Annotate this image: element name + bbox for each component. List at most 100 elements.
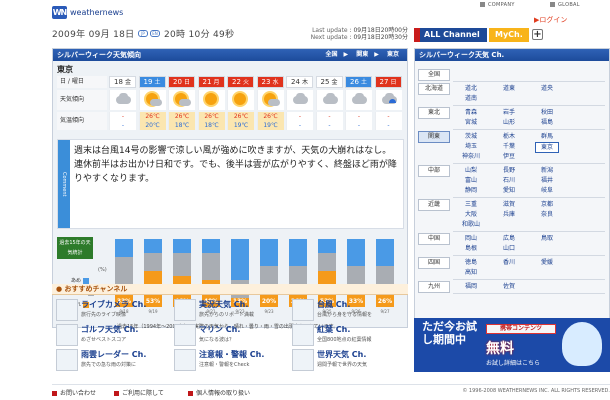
recommend-item[interactable]: ライブカメラ Ch. 旅行先のライブ映像 xyxy=(56,299,172,323)
recommend-item[interactable]: マリン Ch. 気になる波は？ xyxy=(174,324,290,348)
sidebar-prefecture[interactable]: 道北 xyxy=(459,84,483,93)
recommend-item-title[interactable]: 紅葉 Ch. xyxy=(317,324,350,335)
ad-free-label: 無料 xyxy=(486,341,514,357)
recommend-item[interactable]: 雨雲レーダー Ch. 旅先での急な雨の対策に xyxy=(56,349,172,373)
sidebar-prefecture[interactable]: 滋賀 xyxy=(497,200,521,209)
sidebar-prefecture[interactable]: 福島 xyxy=(535,118,559,127)
recommend-item-title[interactable]: ライブカメラ Ch. xyxy=(81,299,146,310)
sidebar-prefecture[interactable]: 山口 xyxy=(497,244,521,253)
breadcrumb-item[interactable]: 全国 xyxy=(326,51,338,58)
sidebar-prefecture[interactable]: 千葉 xyxy=(497,142,521,151)
sidebar-prefecture[interactable]: 山梨 xyxy=(459,166,483,175)
sidebar-region[interactable]: 九州 xyxy=(418,281,450,293)
recommend-item-title[interactable]: 台風 Ch. xyxy=(317,299,350,310)
sidebar-region[interactable]: 中部 xyxy=(418,165,450,177)
my-channel-button[interactable]: MyCh. xyxy=(489,28,529,42)
sidebar-prefecture[interactable]: 三重 xyxy=(459,200,483,209)
sidebar-prefecture[interactable]: 奈良 xyxy=(535,210,559,219)
sidebar-prefecture[interactable]: 高知 xyxy=(459,268,483,277)
sidebar-prefecture[interactable]: 岩手 xyxy=(497,108,521,117)
sidebar-region[interactable]: 全国 xyxy=(418,69,450,81)
recommend-item[interactable]: 台風 Ch. 台風から身を守る情報を xyxy=(292,299,408,323)
recommend-item-title[interactable]: ゴルフ天気 Ch. xyxy=(81,324,138,335)
sidebar-prefecture[interactable]: 青森 xyxy=(459,108,483,117)
sidebar-prefecture[interactable]: 佐賀 xyxy=(497,282,521,291)
footer-link-terms[interactable]: ご利用に際して xyxy=(114,388,164,397)
recommend-item-title[interactable]: 注意報・警報 Ch. xyxy=(199,349,264,360)
login-link[interactable]: ▶ログイン xyxy=(534,15,567,25)
last-update-value: 09月18日20時00分 xyxy=(353,27,408,34)
sidebar-prefecture[interactable]: 島根 xyxy=(459,244,483,253)
ad-detail-link[interactable]: お試し詳細はこちら xyxy=(486,358,540,367)
sidebar-region[interactable]: 四国 xyxy=(418,257,450,269)
recommend-item[interactable]: ゴルフ天気 Ch. めざせベストスコア xyxy=(56,324,172,348)
sidebar-prefecture[interactable]: 東京 xyxy=(535,142,559,153)
sidebar-prefecture[interactable]: 茨城 xyxy=(459,132,483,141)
lang-pill-jp[interactable]: JP xyxy=(138,30,148,37)
recommend-item[interactable]: 紅葉 Ch. 全国800地点の紅葉情報 xyxy=(292,324,408,348)
sidebar-prefecture[interactable]: 愛知 xyxy=(497,186,521,195)
sidebar-prefecture[interactable]: 京都 xyxy=(535,200,559,209)
sidebar-prefecture[interactable]: 静岡 xyxy=(459,186,483,195)
sidebar-prefecture[interactable]: 道南 xyxy=(459,94,483,103)
global-link[interactable]: GLOBAL xyxy=(550,2,580,8)
sidebar-prefecture[interactable]: 福岡 xyxy=(459,282,483,291)
mobile-content-ad[interactable]: ただ今お試し期間中 携帯コンテンツ 無料 お試し詳細はこちら xyxy=(414,318,610,372)
lang-pill-en[interactable]: EN xyxy=(150,30,160,37)
sidebar-divider xyxy=(453,197,605,198)
sidebar-prefecture[interactable]: 愛媛 xyxy=(535,258,559,267)
logo-text[interactable]: weathernews xyxy=(70,8,123,17)
sidebar-prefecture[interactable]: 福井 xyxy=(535,176,559,185)
add-channel-button[interactable]: + xyxy=(532,29,543,40)
sidebar-prefecture[interactable]: 道央 xyxy=(535,84,559,93)
sidebar-prefecture[interactable]: 埼玉 xyxy=(459,142,483,151)
footer-link-privacy[interactable]: 個人情報の取り扱い xyxy=(188,388,250,397)
recommend-item-desc: 全国800地点の紅葉情報 xyxy=(317,337,372,343)
recommend-item-title[interactable]: 世界天気 Ch. xyxy=(317,349,366,360)
sidebar-prefecture[interactable]: 石川 xyxy=(497,176,521,185)
day-header: 19 土 xyxy=(138,76,166,88)
sidebar-prefecture[interactable]: 神奈川 xyxy=(459,152,483,161)
sidebar-prefecture[interactable]: 伊豆 xyxy=(497,152,521,161)
sidebar-region[interactable]: 東北 xyxy=(418,107,450,119)
sidebar-region[interactable]: 近畿 xyxy=(418,199,450,211)
temp-low: - xyxy=(374,121,402,130)
sidebar-prefecture[interactable]: 長野 xyxy=(497,166,521,175)
breadcrumb-item[interactable]: 関東 xyxy=(356,51,368,58)
recommend-item[interactable]: 実況天気 Ch. 旅先からのリポート満載 xyxy=(174,299,290,323)
recommend-item-title[interactable]: 実況天気 Ch. xyxy=(199,299,248,310)
sidebar-prefecture[interactable]: 岡山 xyxy=(459,234,483,243)
sidebar-prefecture[interactable]: 宮城 xyxy=(459,118,483,127)
sidebar-prefecture[interactable]: 兵庫 xyxy=(497,210,521,219)
sidebar-prefecture[interactable]: 香川 xyxy=(497,258,521,267)
sidebar-prefecture[interactable]: 富山 xyxy=(459,176,483,185)
sidebar-prefecture[interactable]: 秋田 xyxy=(535,108,559,117)
recommend-item-title[interactable]: 雨雲レーダー Ch. xyxy=(81,349,146,360)
all-channel-button[interactable]: ALL Channel xyxy=(414,28,487,42)
sidebar-prefecture[interactable]: 道東 xyxy=(497,84,521,93)
company-link[interactable]: COMPANY xyxy=(480,2,515,8)
sidebar-prefecture[interactable]: 広島 xyxy=(497,234,521,243)
recommend-item-title[interactable]: マリン Ch. xyxy=(199,324,240,335)
breadcrumb: 全国 ▶ 関東 ▶ 東京 xyxy=(325,51,399,58)
sidebar-prefecture[interactable]: 徳島 xyxy=(459,258,483,267)
sidebar-prefecture[interactable]: 山形 xyxy=(497,118,521,127)
recommend-item[interactable]: 注意報・警報 Ch. 注意報・警報をCheck xyxy=(174,349,290,373)
recommend-item[interactable]: 世界天気 Ch. 週間予報で世界の天気 xyxy=(292,349,408,373)
sidebar-prefecture[interactable]: 大阪 xyxy=(459,210,483,219)
sidebar-region[interactable]: 中国 xyxy=(418,233,450,245)
sidebar-prefecture[interactable]: 鳥取 xyxy=(535,234,559,243)
footer-link-contact[interactable]: お問い合わせ xyxy=(52,388,96,397)
sidebar-region[interactable]: 関東 xyxy=(418,131,450,143)
sidebar-prefecture[interactable]: 和歌山 xyxy=(459,220,483,229)
sidebar-prefecture[interactable]: 新潟 xyxy=(535,166,559,175)
bar-segment-rain xyxy=(231,239,249,280)
sidebar-prefecture[interactable]: 群馬 xyxy=(535,132,559,141)
channel-bar: ALL Channel MyCh. + xyxy=(414,28,610,42)
sidebar-prefecture[interactable]: 栃木 xyxy=(497,132,521,141)
header: WN weathernews COMPANY GLOBAL ▶ログイン xyxy=(0,0,610,28)
breadcrumb-item[interactable]: 東京 xyxy=(387,51,399,58)
logo-mark[interactable]: WN xyxy=(52,6,67,19)
sidebar-region[interactable]: 北海道 xyxy=(418,83,450,95)
sidebar-prefecture[interactable]: 岐阜 xyxy=(535,186,559,195)
